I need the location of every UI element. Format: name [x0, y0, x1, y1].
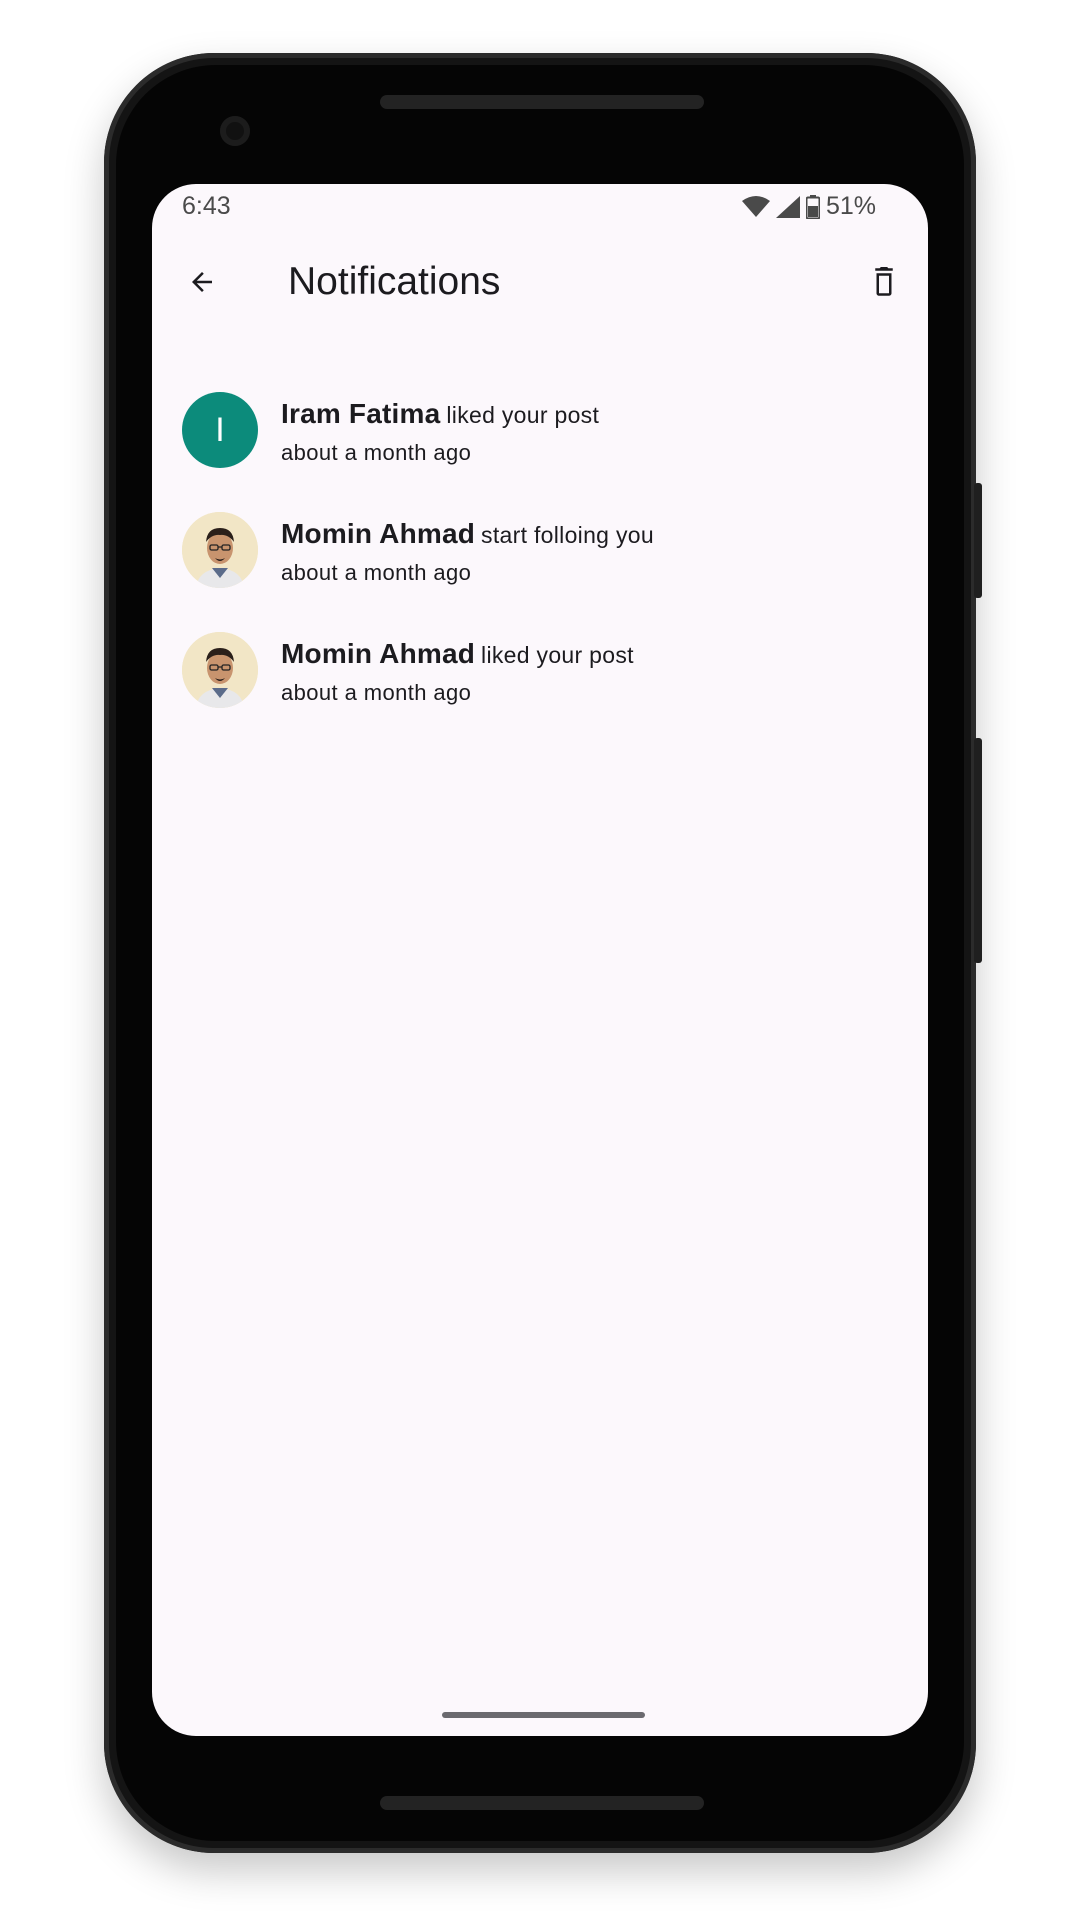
- notification-action: liked your post: [446, 402, 600, 428]
- screen: 6:43 51% Notifications I Iram Fatima lik…: [152, 184, 928, 1736]
- status-bar: 6:43 51%: [152, 184, 928, 240]
- user-name: Momin Ahmad: [281, 518, 476, 549]
- avatar: I: [182, 392, 258, 468]
- arrow-back-icon: [187, 267, 217, 302]
- volume-button[interactable]: [974, 738, 982, 963]
- notification-time: about a month ago: [281, 680, 472, 705]
- user-name: Iram Fatima: [281, 398, 441, 429]
- status-time: 6:43: [182, 192, 231, 220]
- bottom-speaker: [380, 1796, 704, 1810]
- notification-time: about a month ago: [281, 440, 472, 465]
- phone-frame: 6:43 51% Notifications I Iram Fatima lik…: [104, 53, 982, 1853]
- back-button[interactable]: [172, 254, 232, 314]
- notification-action: liked your post: [481, 642, 634, 668]
- notification-item[interactable]: I Iram Fatima liked your post about a mon…: [152, 392, 928, 512]
- avatar: [182, 512, 258, 588]
- battery-icon: [805, 194, 820, 219]
- status-icons: 51%: [741, 192, 876, 221]
- power-button[interactable]: [974, 483, 982, 598]
- delete-all-button[interactable]: [854, 254, 914, 314]
- avatar: [182, 632, 258, 708]
- user-name: Momin Ahmad: [281, 638, 476, 669]
- notification-text: Iram Fatima liked your post about a month…: [281, 398, 908, 466]
- battery-percent: 51%: [825, 192, 876, 220]
- avatar-letter: I: [215, 410, 225, 449]
- notification-list: I Iram Fatima liked your post about a mon…: [152, 392, 928, 752]
- user-photo-icon: [182, 512, 258, 588]
- wifi-icon: [741, 195, 770, 218]
- top-speaker: [380, 95, 704, 109]
- notification-action: start folloing you: [481, 522, 654, 548]
- notification-line: Momin Ahmad start folloing you: [281, 518, 908, 550]
- delete-icon: [869, 265, 899, 304]
- user-photo-icon: [182, 632, 258, 708]
- page-title: Notifications: [288, 260, 501, 303]
- notification-line: Iram Fatima liked your post: [281, 398, 908, 430]
- home-indicator[interactable]: [442, 1712, 645, 1718]
- notification-text: Momin Ahmad start folloing you about a mo…: [281, 518, 908, 586]
- notification-item[interactable]: Momin Ahmad start folloing you about a mo…: [152, 512, 928, 632]
- app-bar: Notifications: [152, 242, 928, 324]
- notification-line: Momin Ahmad liked your post: [281, 638, 908, 670]
- signal-icon: [775, 195, 800, 218]
- notification-time: about a month ago: [281, 560, 472, 585]
- front-camera: [220, 116, 250, 146]
- notification-item[interactable]: Momin Ahmad liked your post about a month…: [152, 632, 928, 752]
- notification-text: Momin Ahmad liked your post about a month…: [281, 638, 908, 706]
